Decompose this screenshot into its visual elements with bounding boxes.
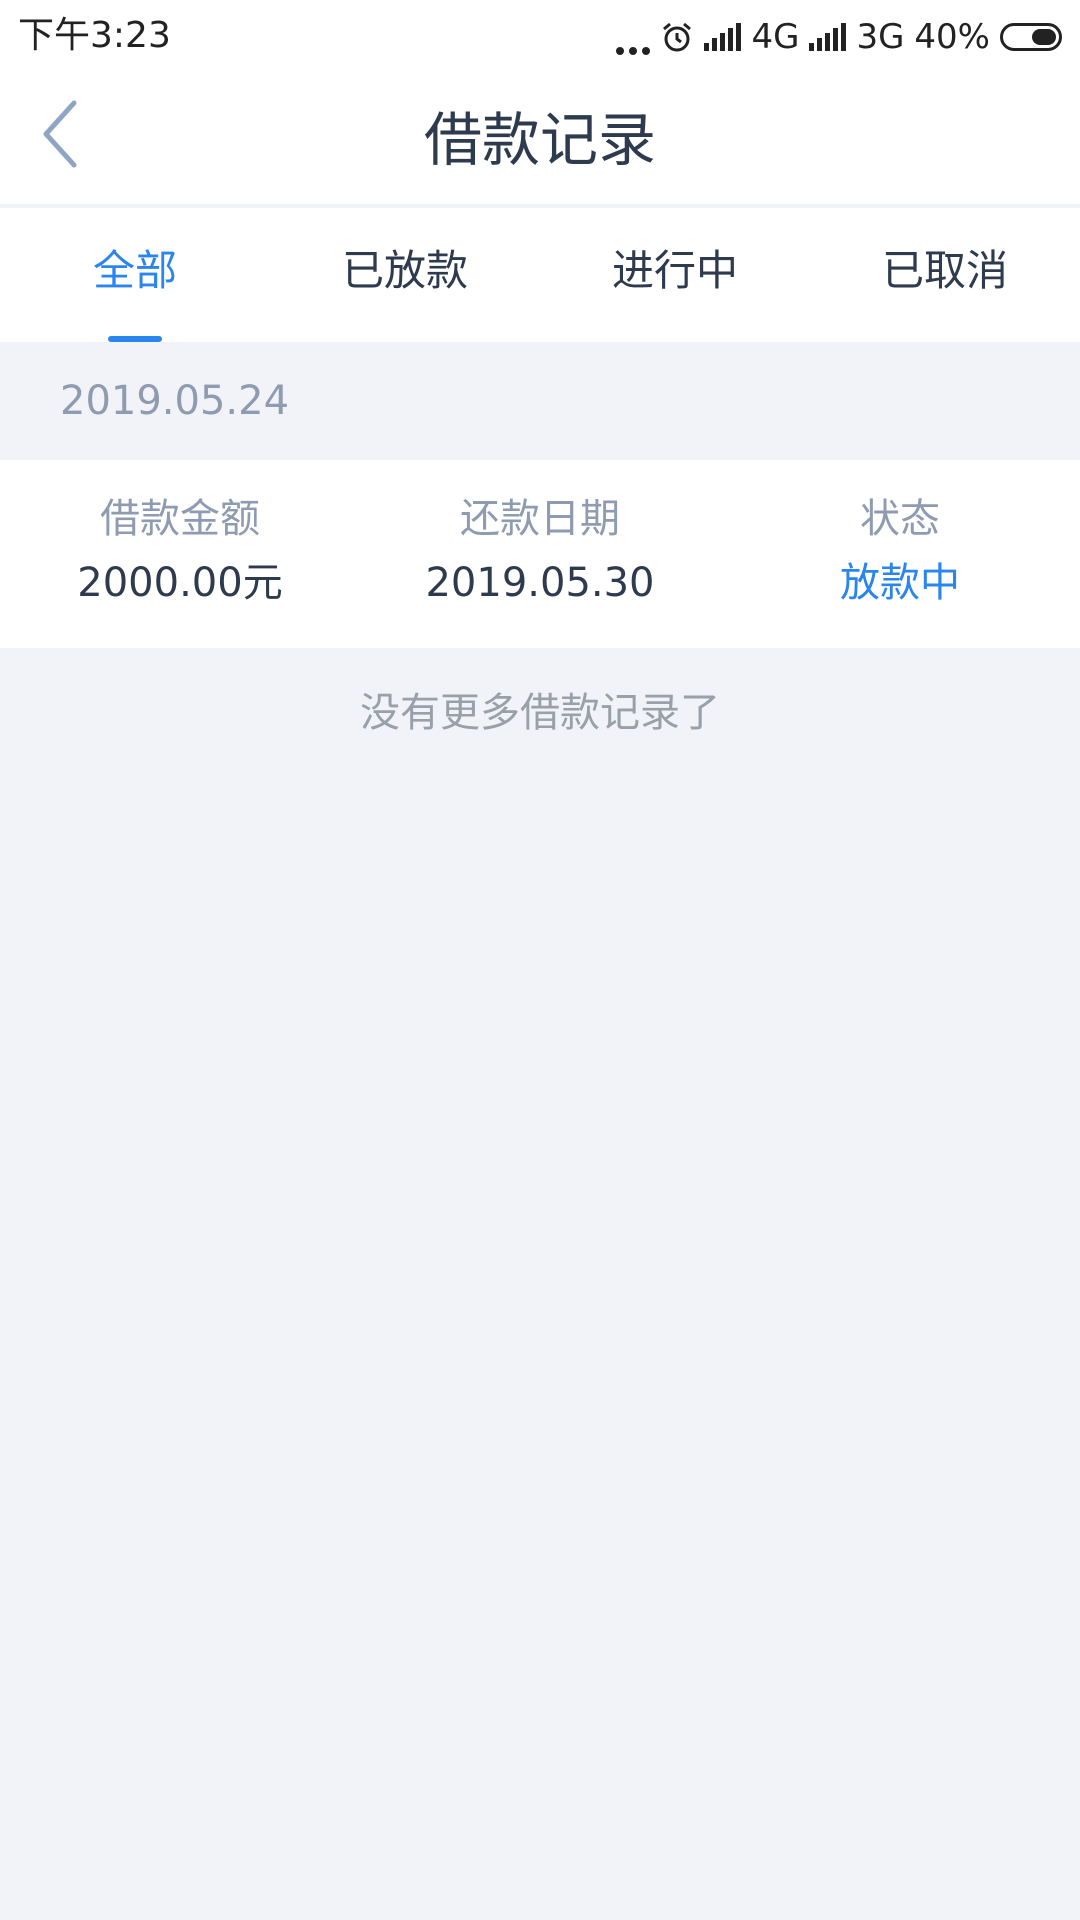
status-icons: 4G 3G 40% (616, 14, 1062, 60)
signal-strength-icon (704, 23, 742, 51)
tab-label: 全部 (92, 246, 177, 295)
status-label: 状态 (860, 496, 940, 542)
signal-strength-icon-2 (809, 23, 847, 51)
record-date: 2019.05.24 (60, 378, 290, 424)
repay-date-value: 2019.05.30 (425, 560, 655, 606)
tab-disbursed[interactable]: 已放款 (270, 208, 540, 342)
loan-record-item[interactable]: 借款金额 2000.00元 还款日期 2019.05.30 状态 放款中 (0, 460, 1080, 648)
repay-date-label: 还款日期 (460, 496, 620, 542)
repay-date-column: 还款日期 2019.05.30 (360, 460, 720, 648)
tab-label: 进行中 (611, 246, 738, 295)
tab-cancelled[interactable]: 已取消 (810, 208, 1080, 342)
more-notifications-icon (616, 35, 651, 55)
tab-label: 已放款 (341, 246, 468, 295)
tab-label: 已取消 (881, 246, 1008, 295)
network-type-2: 3G (856, 17, 905, 57)
status-bar: 下午3:23 4G 3G 40% (0, 0, 1080, 74)
status-value: 放款中 (840, 560, 960, 606)
amount-value: 2000.00元 (77, 560, 283, 606)
filter-tabs: 全部 已放款 进行中 已取消 (0, 204, 1080, 342)
page-title: 借款记录 (423, 106, 656, 174)
status-column: 状态 放款中 (720, 460, 1080, 648)
alarm-icon (663, 22, 692, 52)
amount-column: 借款金额 2000.00元 (0, 460, 360, 648)
battery-icon (1000, 23, 1062, 51)
amount-label: 借款金额 (100, 496, 260, 542)
tab-in-progress[interactable]: 进行中 (540, 208, 810, 342)
status-time: 下午3:23 (18, 15, 171, 56)
battery-percentage: 40% (914, 17, 990, 57)
network-type-1: 4G (751, 17, 800, 57)
app-header: 借款记录 (0, 74, 1080, 204)
date-group-header: 2019.05.24 (0, 342, 1080, 460)
tab-all[interactable]: 全部 (0, 208, 270, 342)
no-more-records-note: 没有更多借款记录了 (360, 690, 720, 736)
